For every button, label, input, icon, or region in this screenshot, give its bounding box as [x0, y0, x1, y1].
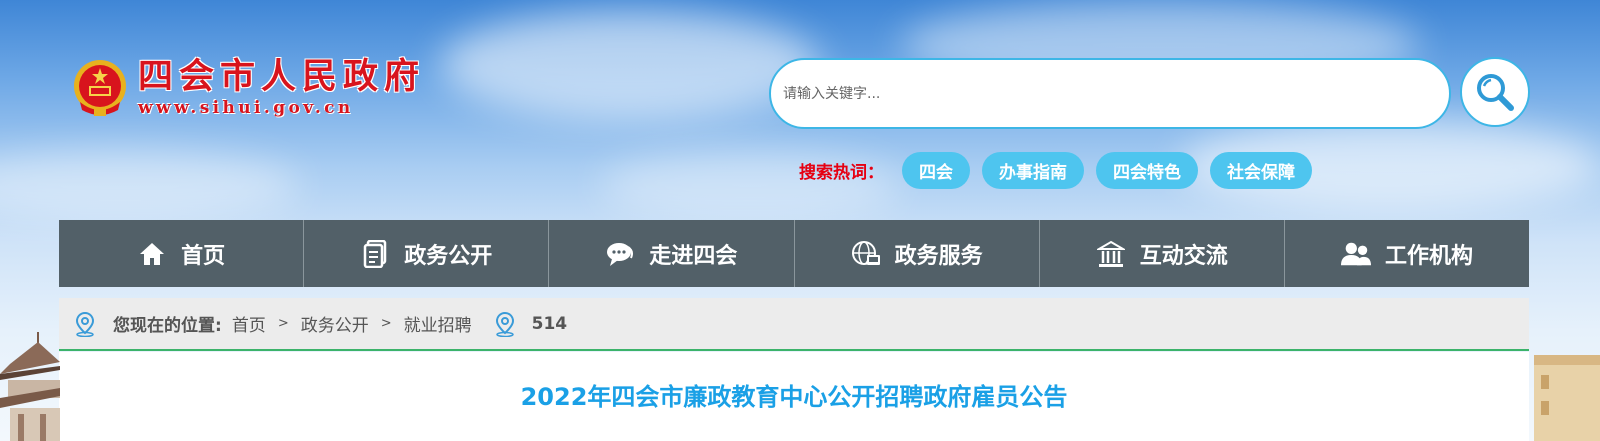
- nav-label: 走进四会: [649, 243, 738, 269]
- hot-tag-social-security[interactable]: 社会保障: [1210, 152, 1312, 189]
- hot-tag-sihui[interactable]: 四会: [902, 152, 970, 189]
- article-title: 2022年四会市廉政教育中心公开招聘政府雇员公告: [520, 383, 1068, 411]
- document-icon: [360, 239, 390, 269]
- nav-label: 政务公开: [404, 243, 493, 269]
- nav-label: 首页: [181, 243, 226, 269]
- nav-label: 互动交流: [1139, 243, 1228, 269]
- site-url: www.sihui.gov.cn: [138, 98, 354, 118]
- location-pin-icon: [495, 311, 514, 337]
- breadcrumb-label: 您现在的位置:: [113, 316, 222, 336]
- visit-count: 514: [531, 313, 568, 334]
- globe-service-icon: [851, 239, 881, 269]
- national-emblem-icon: [74, 60, 126, 116]
- hot-words: 搜索热词： 四会 办事指南 四会特色 社会保障: [799, 152, 1324, 189]
- breadcrumb-separator: >: [277, 316, 289, 331]
- pavilion-decoration-icon: [0, 332, 60, 441]
- building-icon: [1096, 239, 1126, 269]
- article-area: 2022年四会市廉政教育中心公开招聘政府雇员公告: [59, 352, 1529, 441]
- hot-words-label: 搜索热词：: [799, 163, 884, 183]
- nav-item-institutions[interactable]: 工作机构: [1285, 220, 1529, 287]
- hot-tag-guide[interactable]: 办事指南: [982, 152, 1084, 189]
- users-icon: [1340, 239, 1371, 269]
- tower-decoration-icon: [1534, 355, 1600, 441]
- nav-label: 政务服务: [894, 243, 983, 269]
- site-logo[interactable]: 四会市人民政府 www.sihui.gov.cn: [72, 58, 425, 118]
- search-input[interactable]: [771, 60, 1449, 127]
- nav-item-about-sihui[interactable]: 走进四会: [549, 220, 795, 287]
- hot-tag-features[interactable]: 四会特色: [1096, 152, 1198, 189]
- breadcrumb-separator: >: [380, 316, 392, 331]
- breadcrumb-home[interactable]: 首页: [232, 311, 266, 336]
- site-title: 四会市人民政府: [138, 56, 426, 97]
- breadcrumb: 您现在的位置: 首页 > 政务公开 > 就业招聘 514: [59, 298, 1529, 351]
- nav-label: 工作机构: [1384, 243, 1473, 269]
- nav-item-gov-affairs[interactable]: 政务公开: [304, 220, 550, 287]
- search-button[interactable]: [1460, 57, 1530, 127]
- main-nav: 首页 政务公开 走进四会 政务服务 互动交流 工作机构: [59, 220, 1529, 287]
- home-icon: [137, 239, 167, 269]
- location-pin-icon: [75, 311, 95, 337]
- search-icon: [1477, 74, 1514, 111]
- nav-item-gov-services[interactable]: 政务服务: [795, 220, 1040, 287]
- breadcrumb-employment[interactable]: 就业招聘: [404, 311, 472, 336]
- chat-bubble-icon: [605, 239, 635, 269]
- search-box: [769, 58, 1451, 129]
- breadcrumb-gov-affairs[interactable]: 政务公开: [301, 311, 369, 336]
- nav-item-home[interactable]: 首页: [59, 220, 305, 287]
- nav-item-interaction[interactable]: 互动交流: [1040, 220, 1285, 287]
